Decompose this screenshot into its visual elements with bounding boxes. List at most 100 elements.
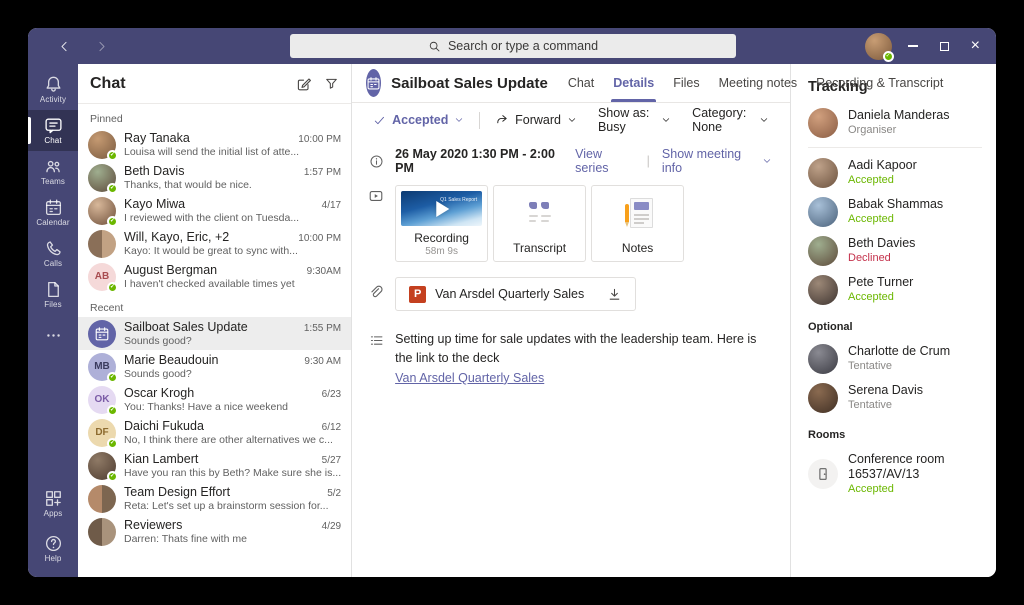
- chevron-down-icon: [567, 115, 577, 125]
- chat-item[interactable]: Will, Kayo, Eric, +210:00 PMKayo: It wou…: [78, 227, 351, 260]
- rsvp-accepted-button[interactable]: Accepted: [367, 110, 470, 130]
- search-icon: [428, 40, 441, 53]
- rail-item-calendar[interactable]: Calendar: [28, 192, 78, 233]
- show-as-button[interactable]: Show as: Busy: [592, 103, 677, 137]
- rail-item-help[interactable]: Help: [28, 526, 78, 571]
- forward-nav-icon[interactable]: [95, 40, 108, 53]
- chat-item-time: 10:00 PM: [298, 134, 341, 145]
- forward-button[interactable]: Forward: [489, 110, 583, 130]
- chat-item-preview: I haven't checked available times yet: [124, 278, 341, 290]
- meeting-toolbar: Accepted Forward Show as: Busy Category:…: [352, 103, 790, 137]
- forward-icon: [495, 113, 509, 127]
- new-chat-icon[interactable]: [296, 76, 312, 92]
- chat-list-title: Chat: [90, 75, 284, 93]
- attendee[interactable]: Babak ShammasAccepted: [808, 197, 996, 227]
- chat-item-preview: No, I think there are other alternatives…: [124, 434, 341, 446]
- description-row: Setting up time for sale updates with th…: [352, 325, 790, 393]
- show-meeting-info-link[interactable]: Show meeting info: [662, 147, 772, 175]
- chat-item-preview: Louisa will send the initial list of att…: [124, 146, 341, 158]
- rail-item-calls[interactable]: Calls: [28, 233, 78, 274]
- attendee[interactable]: Serena DavisTentative: [808, 383, 996, 413]
- divider: [808, 147, 982, 148]
- chat-item[interactable]: ✓Beth Davis1:57 PMThanks, that would be …: [78, 161, 351, 194]
- avatar: DF✓: [88, 419, 116, 447]
- meeting-calendar-icon: [366, 69, 381, 97]
- attendee[interactable]: Daniela ManderasOrganiser: [808, 108, 996, 138]
- transcript-card[interactable]: Transcript: [493, 185, 586, 262]
- attendee-name: Beth Davies: [848, 236, 915, 251]
- chat-item[interactable]: MB✓Marie Beaudouin9:30 AMSounds good?: [78, 350, 351, 383]
- main-panel: Sailboat Sales Update ChatDetailsFilesMe…: [352, 64, 790, 577]
- recording-duration: 58m 9s: [425, 246, 458, 257]
- chat-item[interactable]: AB✓August Bergman9:30AMI haven't checked…: [78, 260, 351, 293]
- attendee[interactable]: Beth DaviesDeclined: [808, 236, 996, 266]
- chat-item[interactable]: ✓Kian Lambert5/27Have you ran this by Be…: [78, 449, 351, 482]
- rail-item-apps[interactable]: Apps: [28, 481, 78, 526]
- tab-details[interactable]: Details: [613, 64, 654, 102]
- user-avatar[interactable]: ✓: [865, 33, 892, 60]
- room-item[interactable]: Conference room 16537/AV/13Accepted: [808, 452, 996, 496]
- chat-item[interactable]: Team Design Effort5/2Reta: Let's set up …: [78, 482, 351, 515]
- show-as-label: Show as: Busy: [598, 106, 655, 134]
- section-label-recent: Recent: [78, 293, 351, 317]
- chat-item[interactable]: ✓Kayo Miwa4/17I reviewed with the client…: [78, 194, 351, 227]
- chat-item[interactable]: Sailboat Sales Update1:55 PMSounds good?: [78, 317, 351, 350]
- deck-link[interactable]: Van Arsdel Quarterly Sales: [395, 369, 544, 388]
- teams-icon: [44, 157, 63, 176]
- attendee[interactable]: Aadi KapoorAccepted: [808, 158, 996, 188]
- paperclip-icon: [367, 277, 385, 301]
- chat-item[interactable]: ✓Ray Tanaka10:00 PMLouisa will send the …: [78, 128, 351, 161]
- rail-item-files[interactable]: Files: [28, 274, 78, 315]
- avatar: [808, 197, 838, 227]
- attachment-card[interactable]: P Van Arsdel Quarterly Sales: [395, 277, 636, 311]
- search-input[interactable]: Search or type a command: [290, 34, 736, 58]
- recording-card[interactable]: Q1 Sales Report Recording 58m 9s: [395, 185, 488, 262]
- attendee-status: Accepted: [848, 212, 943, 226]
- meeting-date-row: 26 May 2020 1:30 PM - 2:00 PM View serie…: [352, 142, 790, 180]
- filter-icon[interactable]: [324, 76, 339, 91]
- rail-item-label: Apps: [44, 509, 63, 518]
- teams-window: Search or type a command ✓ × Activity Cha…: [28, 28, 996, 577]
- chat-item[interactable]: Reviewers4/29Darren: Thats fine with me: [78, 515, 351, 548]
- transcript-icon: [525, 199, 555, 229]
- rail-item-more[interactable]: [28, 315, 78, 356]
- avatar: [808, 108, 838, 138]
- play-icon: [436, 201, 449, 217]
- avatar: [88, 230, 116, 258]
- attachment-name: Van Arsdel Quarterly Sales: [435, 287, 584, 301]
- toolbar-divider: [479, 112, 480, 129]
- attendee-status: Organiser: [848, 123, 949, 137]
- avatar: [808, 236, 838, 266]
- tab-meeting-notes[interactable]: Meeting notes: [719, 64, 798, 102]
- notes-card[interactable]: Notes: [591, 185, 684, 262]
- attendee-status: Tentative: [848, 398, 923, 412]
- attendee[interactable]: Pete TurnerAccepted: [808, 275, 996, 305]
- rail-item-chat[interactable]: Chat: [28, 110, 78, 151]
- phone-icon: [44, 239, 63, 258]
- tab-files[interactable]: Files: [673, 64, 699, 102]
- close-button[interactable]: ×: [971, 38, 980, 54]
- chat-item-time: 9:30AM: [307, 266, 341, 277]
- apps-icon: [44, 489, 63, 508]
- chat-item-preview: Sounds good?: [124, 335, 341, 347]
- download-icon[interactable]: [607, 287, 622, 302]
- chevron-down-icon: [454, 115, 464, 125]
- rail-item-label: Activity: [40, 95, 66, 104]
- chat-item[interactable]: DF✓Daichi Fukuda6/12No, I think there ar…: [78, 416, 351, 449]
- attendee[interactable]: Charlotte de CrumTentative: [808, 344, 996, 374]
- category-button[interactable]: Category: None: [686, 103, 775, 137]
- chat-item[interactable]: OK✓Oscar Krogh6/23You: Thanks! Have a ni…: [78, 383, 351, 416]
- view-series-link[interactable]: View series: [575, 147, 635, 175]
- rail-item-activity[interactable]: Activity: [28, 69, 78, 110]
- avatar: ✓: [88, 452, 116, 480]
- chat-item-name: Will, Kayo, Eric, +2: [124, 230, 292, 244]
- maximize-button[interactable]: [940, 42, 949, 51]
- titlebar: Search or type a command ✓ ×: [28, 28, 996, 64]
- minimize-button[interactable]: [908, 45, 918, 46]
- tab-recording-transcript[interactable]: Recording & Transcript: [816, 64, 943, 102]
- avatar: MB✓: [88, 353, 116, 381]
- back-icon[interactable]: [58, 40, 71, 53]
- tab-chat[interactable]: Chat: [568, 64, 594, 102]
- rail-item-teams[interactable]: Teams: [28, 151, 78, 192]
- avatar: [808, 275, 838, 305]
